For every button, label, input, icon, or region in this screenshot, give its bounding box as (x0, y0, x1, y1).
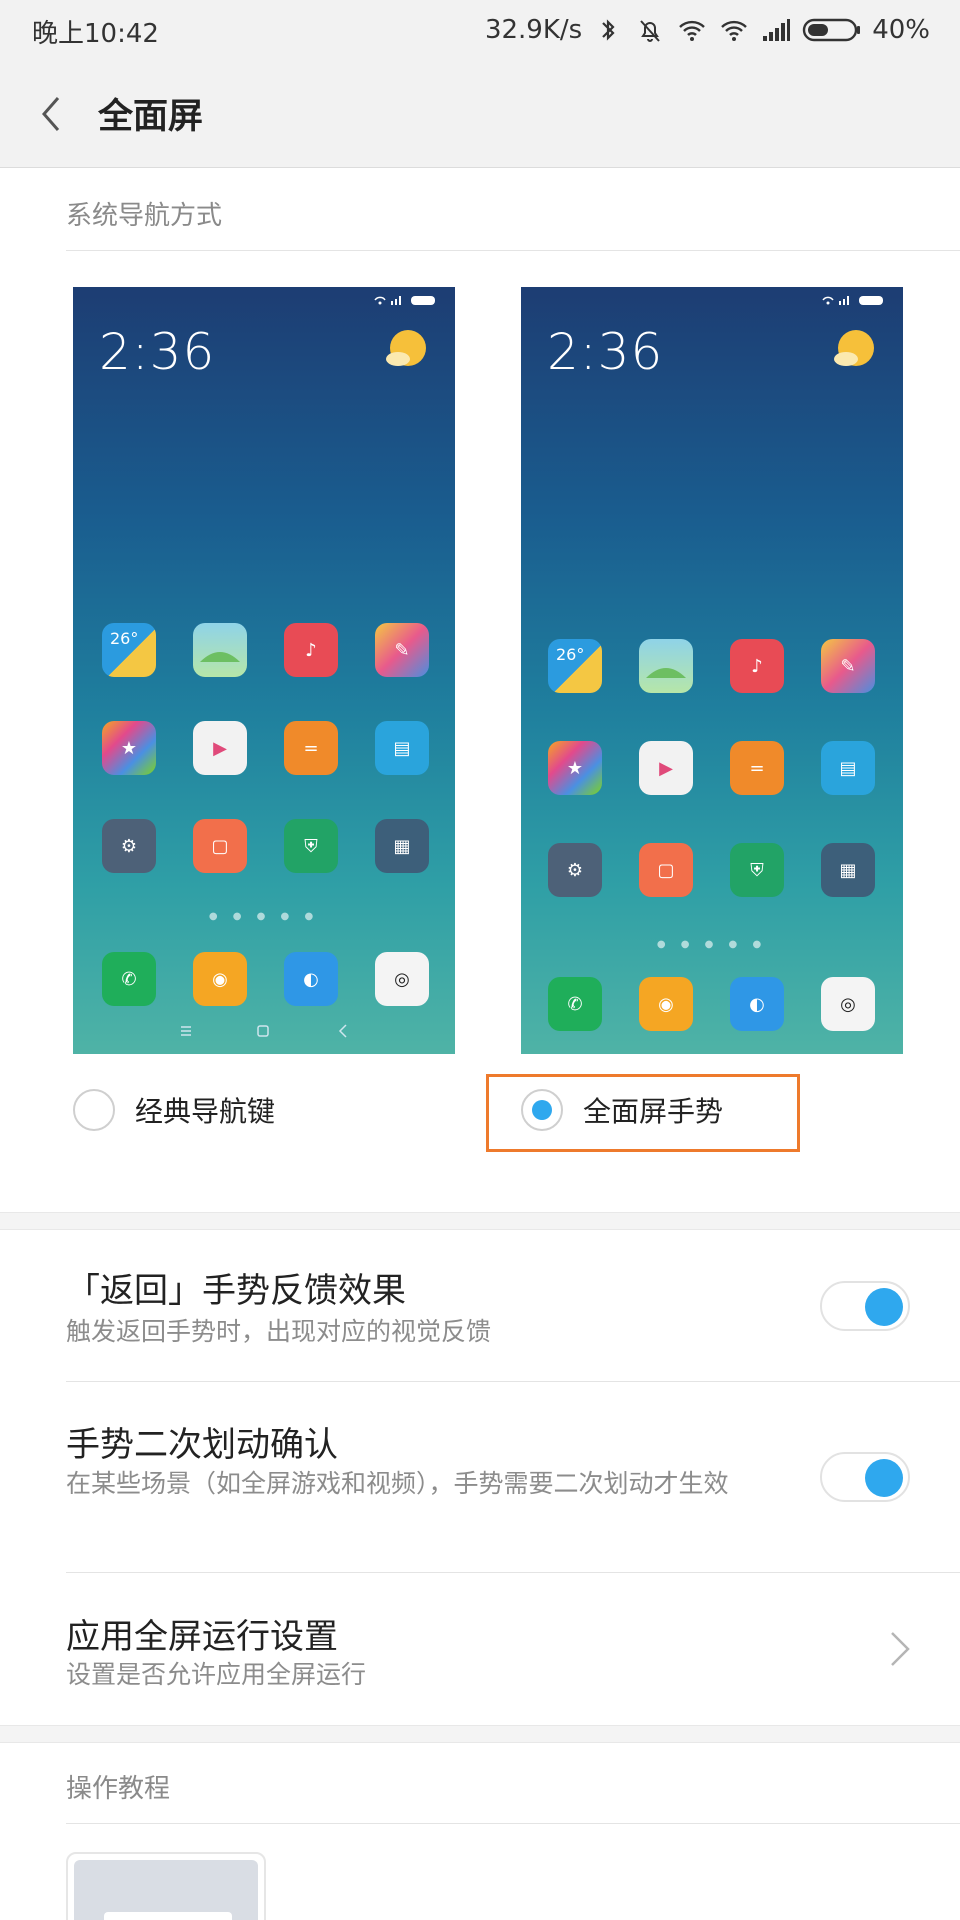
browser-app-icon: ◐ (730, 977, 784, 1031)
preview-clock: 2:36 (547, 323, 664, 381)
section-divider (66, 1823, 960, 1824)
messages-app-icon: ◉ (193, 952, 247, 1006)
section-label-tutorial: 操作教程 (66, 1774, 171, 1804)
play-store-app-icon: ▶ (639, 741, 693, 795)
setting-title: 应用全屏运行设置 (66, 1617, 338, 1657)
phone-app-icon: ✆ (102, 952, 156, 1006)
preview-gesture-nav[interactable]: 2:36 26° ♪ ✎ ★ ▶ = ▤ ⚙ ▢ ⛨ ▦ ● ● ● ● ● ✆… (521, 287, 903, 1054)
mi-store-app-icon: ▢ (639, 843, 693, 897)
toggle-switch[interactable] (820, 1281, 910, 1331)
notes-app-icon: ▤ (821, 741, 875, 795)
tutorial-thumbnail[interactable] (66, 1852, 266, 1920)
section-label-navigation: 系统导航方式 (66, 201, 223, 231)
chevron-right-icon (891, 1632, 910, 1666)
calculator-app-icon: = (730, 741, 784, 795)
back-arrow-icon[interactable] (30, 92, 74, 136)
folder-app-icon: ▦ (375, 819, 429, 873)
notes-app-icon: ▤ (375, 721, 429, 775)
toggle-switch[interactable] (820, 1452, 910, 1502)
status-bar: 晚上10:42 32.9K/s 40% (0, 0, 960, 60)
music-app-icon: ♪ (730, 639, 784, 693)
favorites-app-icon: ★ (548, 741, 602, 795)
radio-label-classic-nav: 经典导航键 (135, 1095, 276, 1128)
weather-temp: 26° (110, 629, 139, 648)
browser-app-icon: ◐ (284, 952, 338, 1006)
favorites-app-icon: ★ (102, 721, 156, 775)
setting-subtitle: 触发返回手势时，出现对应的视觉反馈 (66, 1317, 492, 1346)
preview-clock: 2:36 (99, 323, 216, 381)
page-indicator: ● ● ● ● ● (656, 939, 768, 950)
setting-app-fullscreen[interactable]: 应用全屏运行设置 设置是否允许应用全屏运行 (66, 1573, 960, 1725)
weather-sun-icon (386, 330, 426, 366)
phone-app-icon: ✆ (548, 977, 602, 1031)
setting-title: 「返回」手势反馈效果 (66, 1271, 406, 1311)
setting-back-gesture-feedback[interactable]: 「返回」手势反馈效果 触发返回手势时，出现对应的视觉反馈 (66, 1230, 960, 1380)
signal-icon (763, 19, 791, 41)
net-speed: 32.9K/s (484, 15, 583, 45)
radio-button-classic-nav[interactable] (73, 1089, 115, 1131)
setting-title: 手势二次划动确认 (66, 1425, 338, 1465)
weather-sun-icon (834, 330, 874, 366)
battery-level: 40% (872, 15, 930, 45)
gallery-app-icon (193, 623, 247, 677)
setting-subtitle: 设置是否允许应用全屏运行 (66, 1660, 367, 1689)
section-separator (0, 1212, 960, 1230)
weather-temp: 26° (556, 645, 585, 664)
hotspot-icon (721, 20, 748, 41)
setting-subtitle: 在某些场景（如全屏游戏和视频），手势需要二次划动才生效 (66, 1469, 729, 1498)
radio-option-classic-nav[interactable]: 经典导航键 (73, 1080, 275, 1140)
tutorial-thumbnail-image (74, 1860, 258, 1920)
preview-status-icons (822, 296, 883, 305)
app-bar: 全面屏 (0, 60, 960, 168)
themes-app-icon: ✎ (821, 639, 875, 693)
setting-gesture-double-swipe[interactable]: 手势二次划动确认 在某些场景（如全屏游戏和视频），手势需要二次划动才生效 (66, 1382, 960, 1572)
preview-status-icons (374, 296, 435, 305)
toggle-knob (865, 1459, 903, 1497)
security-app-icon: ⛨ (730, 843, 784, 897)
bluetooth-icon (602, 19, 615, 41)
play-store-app-icon: ▶ (193, 721, 247, 775)
folder-app-icon: ▦ (821, 843, 875, 897)
messages-app-icon: ◉ (639, 977, 693, 1031)
camera-app-icon: ◎ (821, 977, 875, 1031)
radio-option-gesture-nav[interactable]: 全面屏手势 (521, 1080, 723, 1140)
gallery-app-icon (639, 639, 693, 693)
music-app-icon: ♪ (284, 623, 338, 677)
tutorial-thumbnail-bar (104, 1912, 232, 1920)
status-icons: 32.9K/s 40% (485, 12, 930, 48)
radio-button-gesture-nav[interactable] (521, 1089, 563, 1131)
preview-nav-keys (181, 1024, 347, 1038)
battery-icon (803, 18, 861, 42)
section-divider (66, 250, 960, 251)
settings-app-icon: ⚙ (102, 819, 156, 873)
status-time: 晚上10:42 (32, 19, 159, 49)
weather-app-icon: 26° (548, 639, 602, 693)
settings-app-icon: ⚙ (548, 843, 602, 897)
mi-store-app-icon: ▢ (193, 819, 247, 873)
mute-icon (640, 20, 660, 42)
preview-classic-nav[interactable]: 2:36 26° ♪ ✎ ★ ▶ = ▤ ⚙ ▢ ⛨ ▦ ● ● ● ● ● ✆… (73, 287, 455, 1054)
section-separator (0, 1725, 960, 1743)
security-app-icon: ⛨ (284, 819, 338, 873)
themes-app-icon: ✎ (375, 623, 429, 677)
calculator-app-icon: = (284, 721, 338, 775)
page-indicator: ● ● ● ● ● (208, 911, 320, 922)
page-title: 全面屏 (98, 97, 204, 137)
wifi-icon (679, 20, 706, 41)
camera-app-icon: ◎ (375, 952, 429, 1006)
weather-app-icon: 26° (102, 623, 156, 677)
toggle-knob (865, 1288, 903, 1326)
radio-label-gesture-nav: 全面屏手势 (583, 1095, 724, 1128)
